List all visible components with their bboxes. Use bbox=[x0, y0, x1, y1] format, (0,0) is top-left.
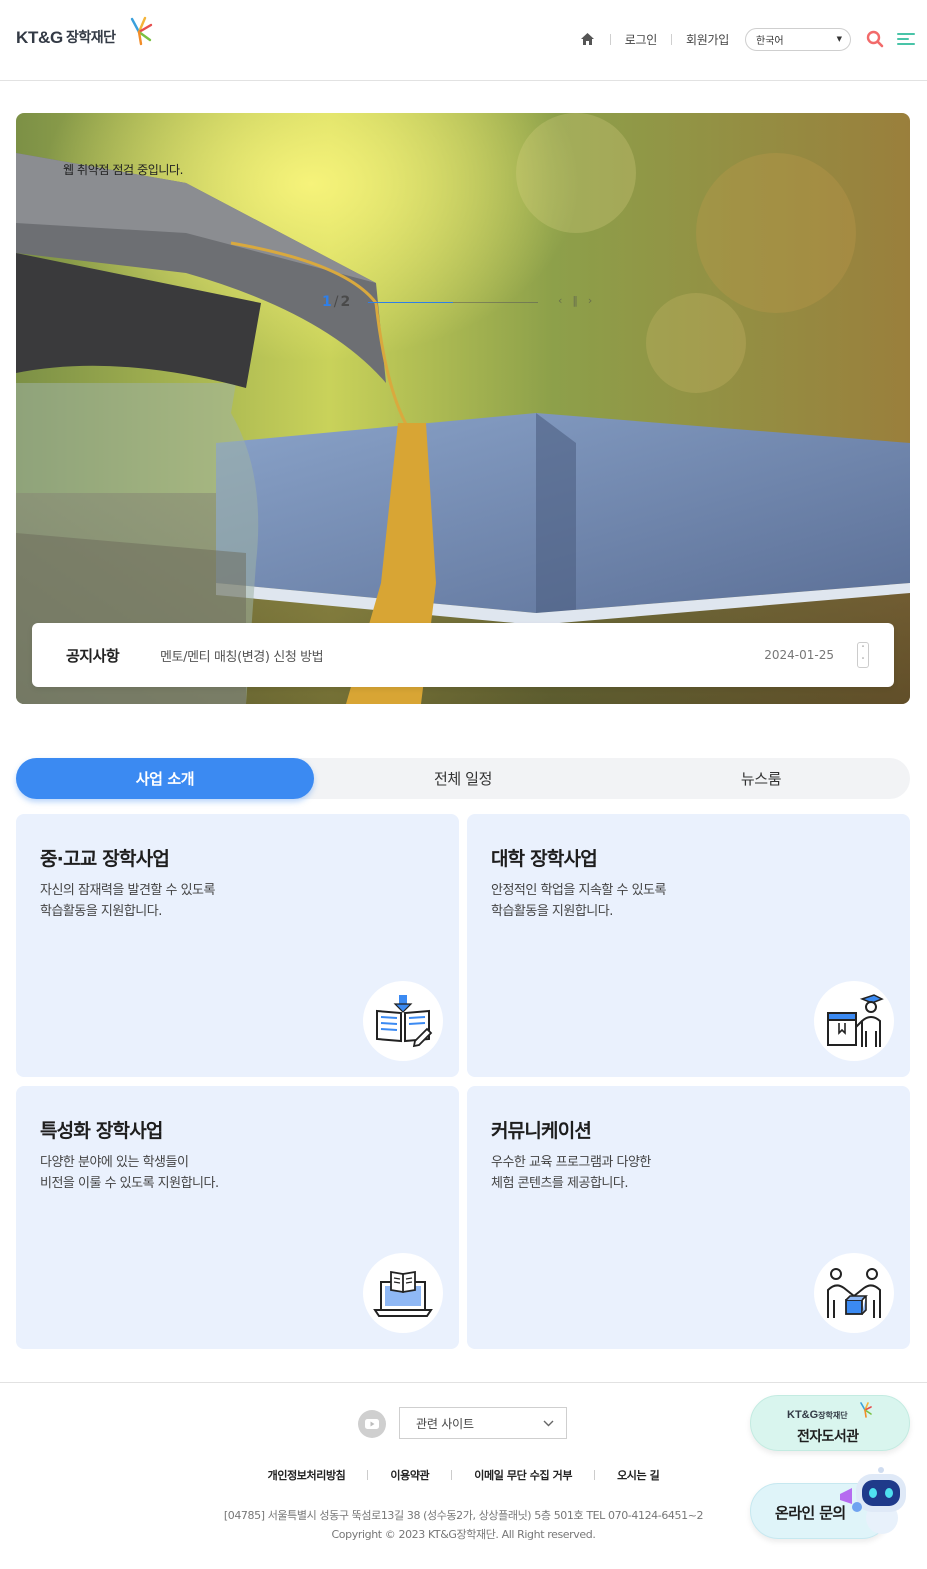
card-desc-line: 다양한 분야에 있는 학생들이 bbox=[40, 1155, 189, 1170]
footer-links: 개인정보처리방침 이용약관 이메일 무단 수집 거부 오시는 길 bbox=[0, 1467, 927, 1483]
card-title: 대학 장학사업 bbox=[491, 848, 598, 870]
tab-newsroom[interactable]: 뉴스룸 bbox=[612, 758, 910, 799]
notice-bar: 공지사항 멘토/멘티 매칭(변경) 신청 방법 2024-01-25 ˄ ˅ bbox=[32, 623, 894, 687]
email-refusal-link[interactable]: 이메일 무단 수집 거부 bbox=[474, 1467, 572, 1483]
next-slide-icon[interactable]: › bbox=[588, 294, 592, 307]
slide-pager: 1 / 2 bbox=[322, 294, 350, 310]
home-icon[interactable] bbox=[580, 31, 596, 47]
prev-slide-icon[interactable]: ‹ bbox=[558, 294, 562, 307]
site-header: KT&G 장학재단 로그인 회원가입 한국어 ▼ bbox=[0, 0, 927, 81]
e-library-button[interactable]: KT&G장학재단 전자도서관 bbox=[750, 1395, 910, 1451]
card-description: 다양한 분야에 있는 학생들이 비전을 이룰 수 있도록 지원합니다. bbox=[40, 1152, 219, 1194]
library-logo: KT&G장학재단 bbox=[787, 1409, 848, 1421]
logo-text: KT&G bbox=[16, 28, 63, 47]
chevron-up-icon[interactable]: ˄ bbox=[858, 643, 868, 655]
card-communication[interactable]: 커뮤니케이션 우수한 교육 프로그램과 다양한 체험 콘텐츠를 제공합니다. bbox=[467, 1086, 910, 1349]
card-desc-line: 체험 콘텐츠를 제공합니다. bbox=[491, 1176, 628, 1191]
logo-mark-icon bbox=[130, 16, 153, 46]
people-handshake-icon bbox=[814, 1253, 894, 1333]
search-icon[interactable] bbox=[865, 29, 885, 49]
chevron-down-icon[interactable]: ˅ bbox=[858, 655, 868, 667]
card-title: 커뮤니케이션 bbox=[491, 1120, 592, 1142]
slide-progress-bar bbox=[368, 302, 538, 303]
signup-link[interactable]: 회원가입 bbox=[686, 31, 729, 48]
library-logo-suffix: 장학재단 bbox=[818, 1411, 848, 1420]
card-description: 자신의 잠재력을 발견할 수 있도록 학습활동을 지원합니다. bbox=[40, 880, 215, 922]
chevron-down-icon bbox=[543, 1420, 554, 1426]
menu-icon[interactable] bbox=[897, 31, 915, 47]
related-sites-label: 관련 사이트 bbox=[416, 1416, 474, 1431]
notice-date: 2024-01-25 bbox=[764, 648, 834, 662]
related-sites-select[interactable]: 관련 사이트 bbox=[399, 1407, 567, 1439]
slide-controls: ‹ ‖ › bbox=[558, 294, 592, 307]
tab-schedule[interactable]: 전체 일정 bbox=[314, 758, 612, 799]
card-desc-line: 비전을 이룰 수 있도록 지원합니다. bbox=[40, 1176, 219, 1191]
caret-down-icon: ▼ bbox=[836, 35, 842, 43]
card-description: 우수한 교육 프로그램과 다양한 체험 콘텐츠를 제공합니다. bbox=[491, 1152, 651, 1194]
terms-link[interactable]: 이용약관 bbox=[390, 1467, 429, 1483]
card-middle-high-scholarship[interactable]: 중·고교 장학사업 자신의 잠재력을 발견할 수 있도록 학습활동을 지원합니다… bbox=[16, 814, 459, 1077]
directions-link[interactable]: 오시는 길 bbox=[617, 1467, 660, 1483]
tab-business-intro[interactable]: 사업 소개 bbox=[16, 758, 314, 799]
library-logo-text: KT&G bbox=[787, 1409, 819, 1421]
laptop-book-icon bbox=[363, 1253, 443, 1333]
privacy-policy-link[interactable]: 개인정보처리방침 bbox=[268, 1467, 346, 1483]
card-desc-line: 안정적인 학업을 지속할 수 있도록 bbox=[491, 883, 666, 898]
footer-divider bbox=[451, 1470, 453, 1480]
book-download-icon bbox=[363, 981, 443, 1061]
card-title: 특성화 장학사업 bbox=[40, 1120, 163, 1142]
graduate-icon bbox=[814, 981, 894, 1061]
nav-divider bbox=[671, 33, 673, 45]
logo-suffix: 장학재단 bbox=[65, 30, 116, 46]
hero-banner: 웹 취약점 점검 중입니다. 1 / 2 ‹ ‖ › 공지사항 멘토/멘티 매칭… bbox=[16, 113, 910, 704]
chat-label: 온라인 문의 bbox=[775, 1504, 846, 1522]
logo-mark-icon bbox=[860, 1402, 872, 1418]
card-title: 중·고교 장학사업 bbox=[40, 848, 170, 870]
login-link[interactable]: 로그인 bbox=[625, 31, 658, 48]
card-specialized-scholarship[interactable]: 특성화 장학사업 다양한 분야에 있는 학생들이 비전을 이룰 수 있도록 지원… bbox=[16, 1086, 459, 1349]
slide-progress-fill bbox=[368, 302, 453, 303]
notice-title-link[interactable]: 멘토/멘티 매칭(변경) 신청 방법 bbox=[160, 646, 324, 665]
language-value: 한국어 bbox=[756, 35, 784, 47]
card-description: 안정적인 학업을 지속할 수 있도록 학습활동을 지원합니다. bbox=[491, 880, 666, 922]
pager-current: 1 bbox=[322, 294, 332, 310]
footer-divider bbox=[367, 1470, 369, 1480]
chatbot-robot-icon[interactable] bbox=[838, 1464, 914, 1540]
hero-notice-text: 웹 취약점 점검 중입니다. bbox=[63, 163, 184, 177]
nav-divider bbox=[609, 33, 611, 45]
footer-divider bbox=[594, 1470, 596, 1480]
utility-nav: 로그인 회원가입 한국어 ▼ bbox=[580, 26, 915, 52]
card-desc-line: 우수한 교육 프로그램과 다양한 bbox=[491, 1155, 651, 1170]
pager-total: 2 bbox=[340, 294, 351, 310]
library-label: 전자도서관 bbox=[797, 1429, 859, 1445]
site-logo[interactable]: KT&G 장학재단 bbox=[16, 16, 153, 50]
card-desc-line: 학습활동을 지원합니다. bbox=[40, 904, 162, 919]
language-select[interactable]: 한국어 ▼ bbox=[745, 27, 851, 51]
pause-icon[interactable]: ‖ bbox=[572, 294, 578, 307]
pager-slash: / bbox=[333, 294, 339, 310]
business-tabs: 사업 소개 전체 일정 뉴스룸 bbox=[16, 758, 910, 799]
card-desc-line: 자신의 잠재력을 발견할 수 있도록 bbox=[40, 883, 215, 898]
card-university-scholarship[interactable]: 대학 장학사업 안정적인 학업을 지속할 수 있도록 학습활동을 지원합니다. bbox=[467, 814, 910, 1077]
notice-label: 공지사항 bbox=[66, 647, 120, 665]
youtube-icon[interactable] bbox=[358, 1410, 386, 1438]
card-desc-line: 학습활동을 지원합니다. bbox=[491, 904, 613, 919]
hero-graduation-image bbox=[16, 113, 910, 704]
notice-scroll-controls: ˄ ˅ bbox=[857, 642, 869, 668]
